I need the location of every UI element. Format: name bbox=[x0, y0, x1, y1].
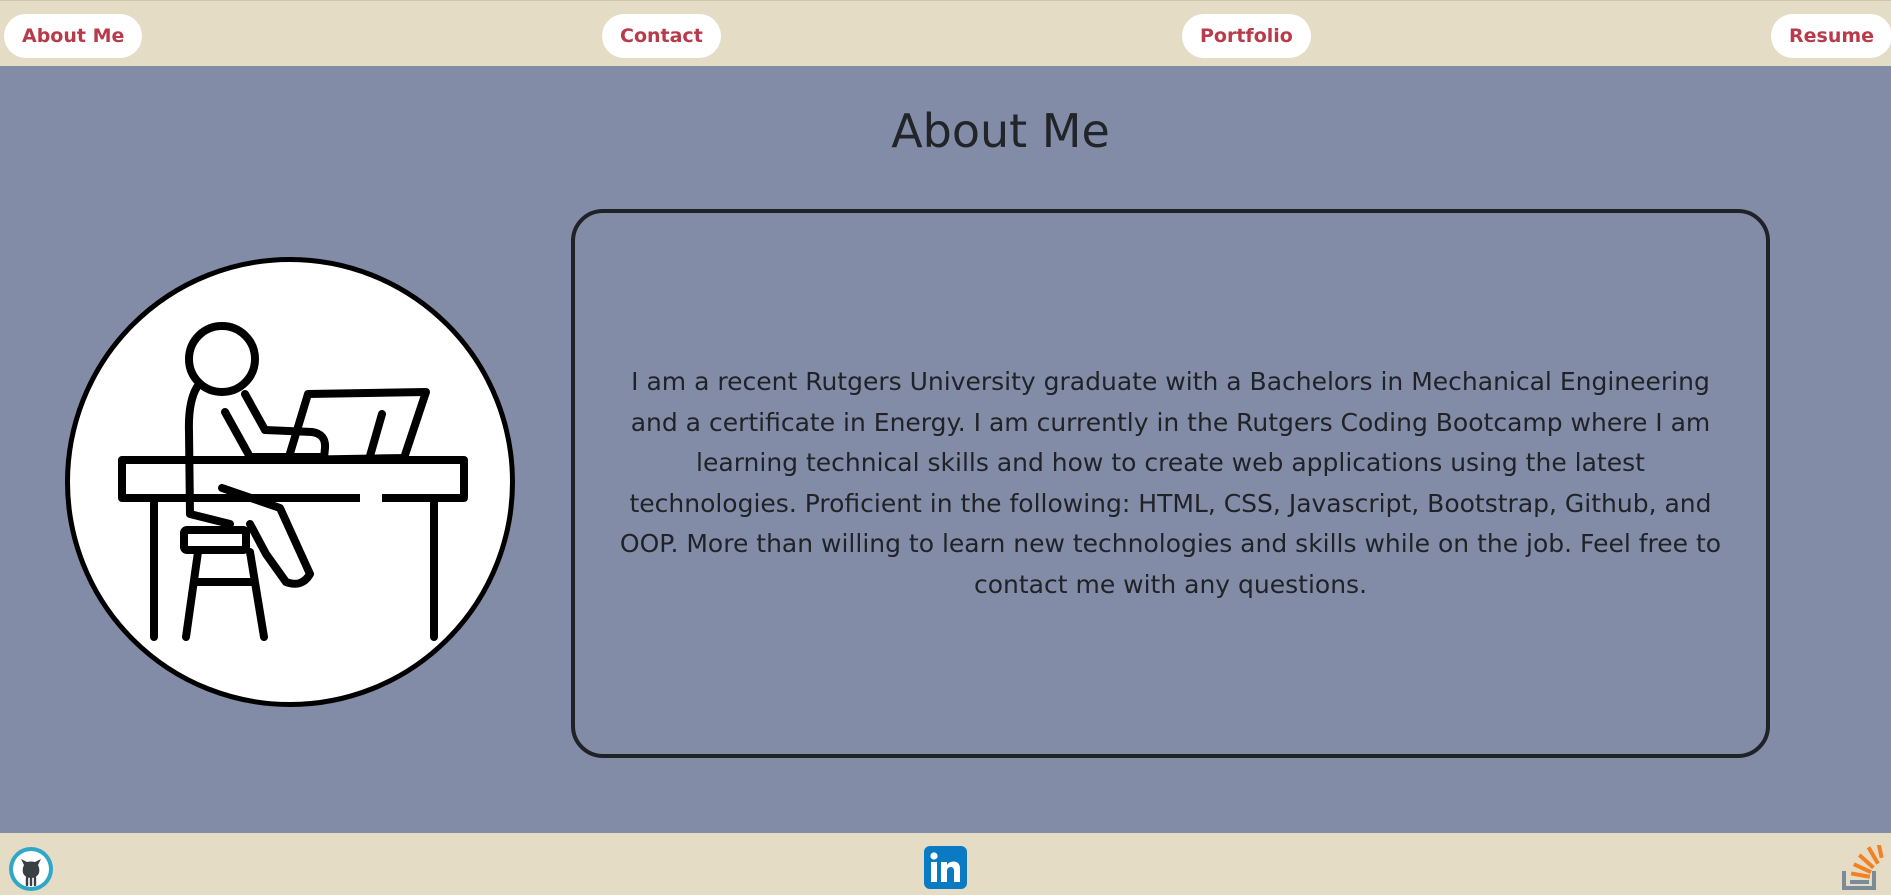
top-navbar: About Me Contact Portfolio Resume bbox=[0, 0, 1891, 66]
bio-card: I am a recent Rutgers University graduat… bbox=[571, 209, 1770, 758]
github-link[interactable] bbox=[7, 845, 55, 893]
nav-resume-button[interactable]: Resume bbox=[1771, 14, 1891, 58]
stackoverflow-icon bbox=[1842, 842, 1884, 890]
bio-text: I am a recent Rutgers University graduat… bbox=[619, 367, 1722, 599]
linkedin-icon bbox=[924, 846, 967, 889]
avatar bbox=[65, 257, 515, 707]
stackoverflow-link[interactable] bbox=[1840, 842, 1884, 891]
linkedin-link[interactable] bbox=[924, 846, 967, 889]
nav-portfolio-button[interactable]: Portfolio bbox=[1182, 14, 1311, 58]
github-icon bbox=[9, 847, 53, 891]
page-title-container: About Me bbox=[0, 104, 1891, 158]
nav-contact-button[interactable]: Contact bbox=[602, 14, 721, 58]
nav-about-me-button[interactable]: About Me bbox=[4, 14, 143, 58]
footer bbox=[0, 833, 1891, 895]
page-title: About Me bbox=[891, 104, 1110, 158]
person-at-laptop-desk-icon bbox=[118, 322, 468, 641]
